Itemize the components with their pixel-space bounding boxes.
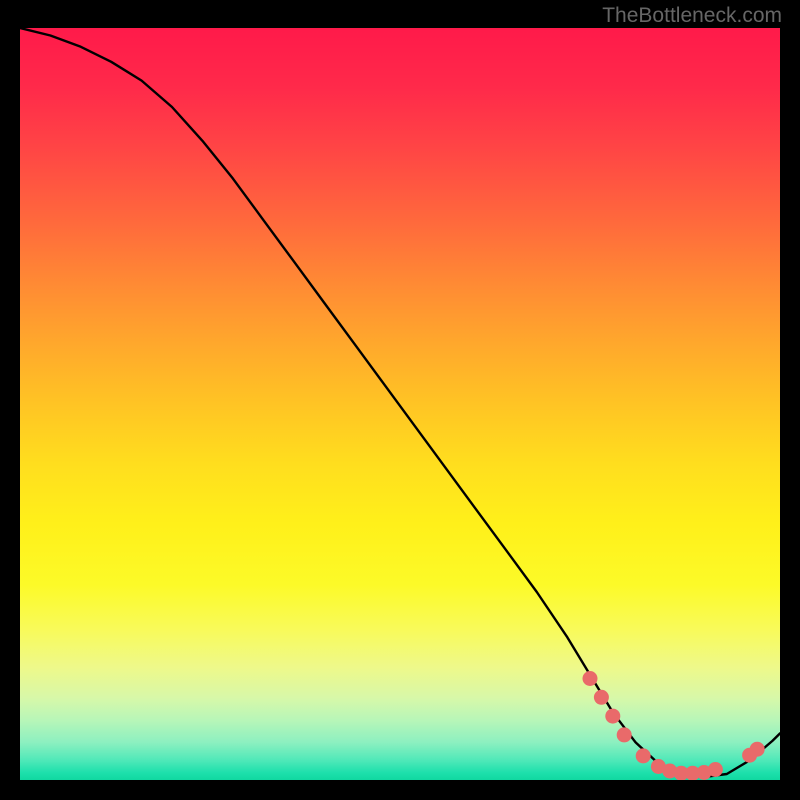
chart-marker	[708, 762, 723, 777]
chart-marker	[594, 690, 609, 705]
chart-marker	[605, 709, 620, 724]
chart-marker	[617, 727, 632, 742]
chart-marker	[636, 748, 651, 763]
chart-marker	[583, 671, 598, 686]
chart-curve	[20, 28, 780, 777]
watermark-text: TheBottleneck.com	[602, 4, 782, 28]
chart-plot-area	[20, 28, 780, 780]
chart-markers	[583, 671, 765, 780]
chart-curve-layer	[20, 28, 780, 780]
chart-marker	[750, 742, 765, 757]
